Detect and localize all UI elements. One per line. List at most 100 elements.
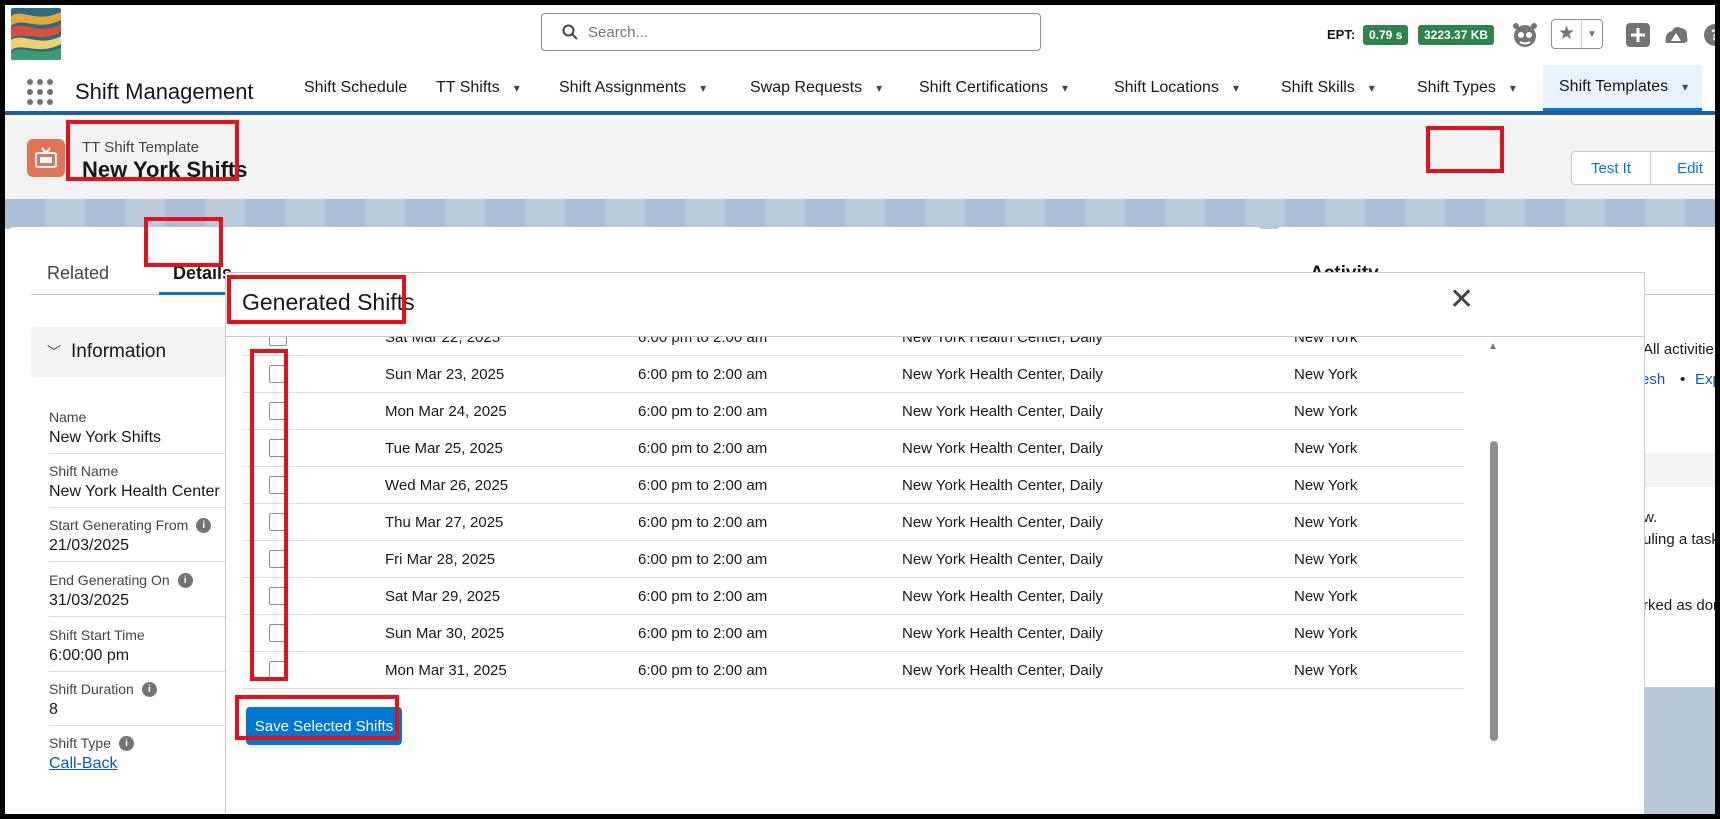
chevron-down-icon[interactable]: ▾ [514, 81, 520, 95]
nav-item-shift-templates[interactable]: Shift Templates ▾ [1543, 65, 1703, 111]
chevron-down-icon[interactable]: ▾ [876, 81, 882, 95]
search-icon [562, 24, 578, 40]
field-name: Name New York Shifts [49, 409, 249, 454]
shift-date: Thu Mar 27, 2025 [385, 514, 504, 531]
shift-city: New York [1294, 477, 1358, 494]
nav-item-tt-shifts[interactable]: TT Shifts ▾ [436, 65, 520, 111]
shift-checkbox[interactable] [269, 476, 287, 494]
shift-location: New York Health Center, Daily [902, 588, 1103, 605]
activity-background-band [1645, 687, 1715, 814]
field-shift-duration: Shift Duration i 8 [49, 681, 249, 726]
global-search-box[interactable]: Search... [541, 13, 1041, 51]
shift-city: New York [1294, 625, 1358, 642]
chevron-down-icon[interactable]: ▾ [1510, 81, 1516, 95]
shift-checkbox[interactable] [269, 439, 287, 457]
org-logo[interactable] [11, 8, 61, 60]
expand-all-link[interactable]: Exp [1695, 371, 1715, 388]
save-selected-shifts-button[interactable]: Save Selected Shifts [246, 707, 402, 745]
section-title: Information [71, 341, 167, 362]
field-label: Name [49, 409, 87, 425]
field-value: 8 [49, 701, 249, 726]
shift-city: New York [1294, 403, 1358, 420]
record-title: New York Shifts [82, 157, 248, 182]
table-row: Fri Mar 28, 2025 6:00 pm to 2:00 am New … [242, 541, 1464, 578]
info-icon[interactable]: i [141, 681, 157, 697]
activity-past-text: rked as dor [1643, 597, 1715, 614]
add-icon[interactable] [1626, 23, 1650, 52]
field-shift-name: Shift Name New York Health Center [49, 463, 249, 508]
information-section-header[interactable]: ﹀ Information [31, 327, 247, 377]
nav-item-label: Shift Schedule [304, 79, 408, 96]
shift-checkbox[interactable] [269, 661, 287, 679]
shift-checkbox[interactable] [269, 337, 287, 346]
scroll-up-icon[interactable]: ▲ [1488, 341, 1498, 352]
favorites-dropdown-icon[interactable]: ▼ [1582, 29, 1602, 40]
activity-empty-text: w. [1643, 509, 1658, 526]
shift-date: Sun Mar 23, 2025 [385, 366, 505, 383]
shift-date: Sat Mar 22, 2025 [385, 337, 501, 346]
scrollbar-thumb[interactable] [1490, 441, 1498, 741]
tab-details[interactable]: Details [173, 263, 232, 284]
close-icon[interactable]: ✕ [1449, 285, 1474, 315]
field-label: Shift Name [49, 463, 119, 479]
help-icon[interactable]: ? [1703, 23, 1715, 52]
info-icon[interactable]: i [196, 517, 212, 533]
chevron-down-icon[interactable]: ﹀ [47, 342, 61, 362]
nav-item-shift-schedule[interactable]: Shift Schedule [304, 65, 407, 111]
einstein-icon[interactable] [1511, 21, 1539, 54]
ept-label: EPT: [1327, 27, 1356, 42]
shift-checkbox[interactable] [269, 402, 287, 420]
nav-item-label: Shift Certifications [919, 79, 1048, 96]
test-it-button[interactable]: Test It [1571, 151, 1651, 185]
shift-checkbox[interactable] [269, 550, 287, 568]
chevron-down-icon[interactable]: ▾ [1682, 80, 1688, 94]
shift-location: New York Health Center, Daily [902, 337, 1103, 346]
shift-location: New York Health Center, Daily [902, 625, 1103, 642]
trailhead-icon[interactable] [1663, 23, 1689, 52]
table-row: Wed Mar 26, 2025 6:00 pm to 2:00 am New … [242, 467, 1464, 504]
shift-city: New York [1294, 440, 1358, 457]
chevron-down-icon[interactable]: ▾ [1062, 81, 1068, 95]
nav-item-shift-skills[interactable]: Shift Skills ▾ [1281, 65, 1375, 111]
shift-checkbox[interactable] [269, 513, 287, 531]
app-launcher-icon[interactable] [27, 79, 53, 105]
favorites-button[interactable]: ★ ▼ [1551, 19, 1603, 49]
edit-button[interactable]: Edit [1650, 151, 1715, 185]
field-label: Start Generating From [49, 517, 189, 533]
chevron-down-icon[interactable]: ▾ [700, 81, 706, 95]
shift-date: Tue Mar 25, 2025 [385, 440, 503, 457]
shift-date: Wed Mar 26, 2025 [385, 477, 509, 494]
favorite-star-icon[interactable]: ★ [1552, 20, 1582, 48]
info-icon[interactable]: i [177, 572, 193, 588]
modal-scrollbar[interactable]: ▲ [1488, 341, 1498, 741]
shift-type-link[interactable]: Call-Back [49, 755, 249, 779]
shift-location: New York Health Center, Daily [902, 440, 1103, 457]
field-label: Shift Duration [49, 681, 134, 697]
nav-item-shift-assignments[interactable]: Shift Assignments ▾ [559, 65, 706, 111]
tab-related[interactable]: Related [47, 263, 109, 284]
shift-checkbox[interactable] [269, 365, 287, 383]
table-row: Sat Mar 29, 2025 6:00 pm to 2:00 am New … [242, 578, 1464, 615]
shift-location: New York Health Center, Daily [902, 551, 1103, 568]
field-end-generating-on: End Generating On i 31/03/2025 [49, 572, 249, 617]
shift-time: 6:00 pm to 2:00 am [638, 477, 768, 494]
separator-dot: • [1680, 371, 1686, 388]
shift-time: 6:00 pm to 2:00 am [638, 514, 768, 531]
shift-city: New York [1294, 662, 1358, 679]
shift-location: New York Health Center, Daily [902, 403, 1103, 420]
chevron-down-icon[interactable]: ▾ [1369, 81, 1375, 95]
shift-checkbox[interactable] [269, 624, 287, 642]
app-name: Shift Management [75, 79, 254, 104]
nav-item-label: Shift Types [1417, 79, 1496, 96]
nav-item-swap-requests[interactable]: Swap Requests ▾ [750, 65, 882, 111]
record-object-label: TT Shift Template [82, 139, 199, 156]
shift-checkbox[interactable] [269, 587, 287, 605]
chevron-down-icon[interactable]: ▾ [1233, 81, 1239, 95]
nav-item-shift-types[interactable]: Shift Types ▾ [1417, 65, 1516, 111]
nav-item-shift-locations[interactable]: Shift Locations ▾ [1114, 65, 1239, 111]
field-label: Shift Type [49, 735, 112, 751]
table-row: Sun Mar 23, 2025 6:00 pm to 2:00 am New … [242, 356, 1464, 393]
nav-item-shift-certifications[interactable]: Shift Certifications ▾ [919, 65, 1068, 111]
nav-item-label: Swap Requests [750, 79, 863, 96]
info-icon[interactable]: i [119, 735, 135, 751]
